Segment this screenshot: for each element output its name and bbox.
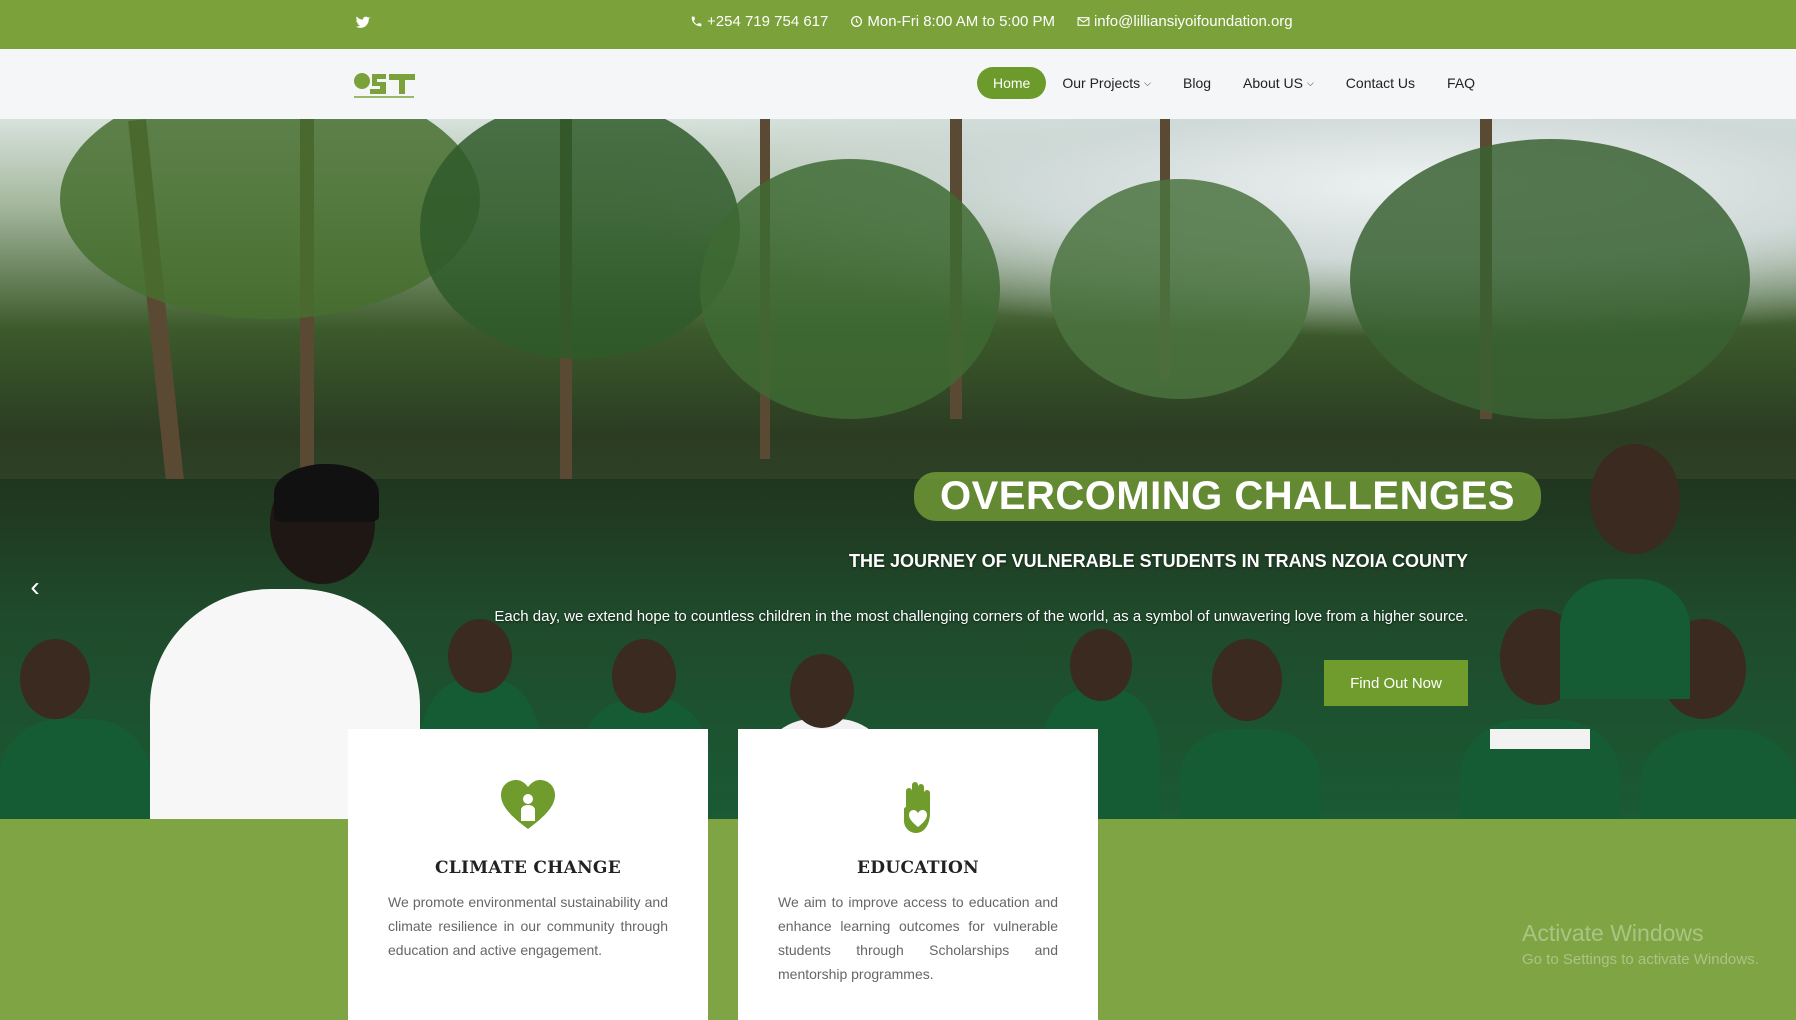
- hand-icon: [904, 782, 930, 833]
- card-text: We aim to improve access to education an…: [778, 894, 1058, 982]
- hours-info: Mon-Fri 8:00 AM to 5:00 PM: [850, 13, 1055, 30]
- twitter-icon[interactable]: [355, 15, 371, 31]
- student-head: [790, 654, 854, 728]
- watermark-title: Activate Windows: [1522, 920, 1704, 946]
- nav-faq-label: FAQ: [1447, 75, 1476, 91]
- heart-person-icon: [501, 780, 555, 829]
- hero-slider: ‹ OVERCOMING CHALLENGES THE JOURNEY OF V…: [0, 119, 1796, 819]
- student-head: [1070, 629, 1132, 701]
- chevron-down-icon: ⌵: [1144, 77, 1151, 88]
- nav-blog[interactable]: Blog: [1167, 67, 1227, 99]
- feature-card-education[interactable]: EDUCATION We aim to improve access to ed…: [738, 729, 1098, 1020]
- nav-home[interactable]: Home: [977, 67, 1047, 99]
- tree-foliage: [700, 159, 1000, 419]
- phone-text: +254 719 754 617: [707, 13, 829, 30]
- hero-description: Each day, we extend hope to countless ch…: [494, 608, 1468, 625]
- nav-blog-label: Blog: [1183, 75, 1212, 91]
- find-out-now-button[interactable]: Find Out Now: [1324, 660, 1468, 706]
- nav-contact-us[interactable]: Contact Us: [1330, 67, 1431, 99]
- phone-icon: [691, 16, 702, 27]
- email-text: info@lilliansiyoifoundation.org: [1093, 13, 1293, 30]
- student-head: [1212, 639, 1282, 721]
- card-text: We promote environmental sustainability …: [388, 894, 668, 958]
- tree-foliage: [1050, 179, 1310, 399]
- card-title: CLIMATE CHANGE: [434, 858, 622, 878]
- student-head: [612, 639, 676, 713]
- hours-text: Mon-Fri 8:00 AM to 5:00 PM: [867, 13, 1055, 30]
- student-head: [448, 619, 512, 693]
- clock-icon: [851, 15, 863, 28]
- email-contact[interactable]: info@lilliansiyoifoundation.org: [1077, 13, 1293, 30]
- main-nav: Home Our Projects ⌵ Blog About US ⌵ Cont…: [977, 67, 1491, 99]
- hero-title: OVERCOMING CHALLENGES: [914, 472, 1541, 521]
- hero-subtitle: THE JOURNEY OF VULNERABLE STUDENTS IN TR…: [848, 551, 1468, 571]
- nav-home-label: Home: [993, 75, 1031, 91]
- nav-about-us-label: About US: [1243, 75, 1303, 91]
- tree-foliage: [60, 119, 480, 319]
- navbar: Home Our Projects ⌵ Blog About US ⌵ Cont…: [0, 49, 1796, 119]
- student: [0, 719, 150, 819]
- contact-info: +254 719 754 617 Mon-Fri 8:00 AM to 5:00…: [690, 13, 1293, 30]
- feature-card-climate-change[interactable]: CLIMATE CHANGE We promote environmental …: [348, 729, 708, 1020]
- phone-contact[interactable]: +254 719 754 617: [690, 13, 828, 30]
- watermark-subtitle: Go to Settings to activate Windows.: [1522, 951, 1759, 968]
- chevron-down-icon: ⌵: [1306, 77, 1314, 88]
- nav-our-projects[interactable]: Our Projects ⌵: [1046, 67, 1167, 99]
- student-collar: [1490, 729, 1590, 749]
- top-bar: +254 719 754 617 Mon-Fri 8:00 AM to 5:00…: [0, 0, 1796, 49]
- card-title: EDUCATION: [857, 858, 979, 878]
- nav-contact-us-label: Contact Us: [1345, 75, 1416, 91]
- nav-about-us[interactable]: About US ⌵: [1227, 67, 1330, 99]
- student: [1640, 729, 1796, 819]
- envelope-icon: [1077, 17, 1090, 26]
- logo[interactable]: [352, 69, 418, 101]
- nav-faq[interactable]: FAQ: [1431, 67, 1491, 99]
- nav-our-projects-label: Our Projects: [1062, 75, 1141, 91]
- tree-foliage: [1350, 139, 1750, 419]
- student-head: [20, 639, 90, 719]
- student: [1560, 579, 1690, 699]
- man-cap: [274, 464, 379, 522]
- student-head: [1590, 444, 1680, 554]
- chevron-left-icon[interactable]: ‹: [26, 571, 44, 602]
- activate-windows-watermark: Activate Windows Go to Settings to activ…: [1522, 920, 1759, 968]
- student: [1180, 729, 1320, 819]
